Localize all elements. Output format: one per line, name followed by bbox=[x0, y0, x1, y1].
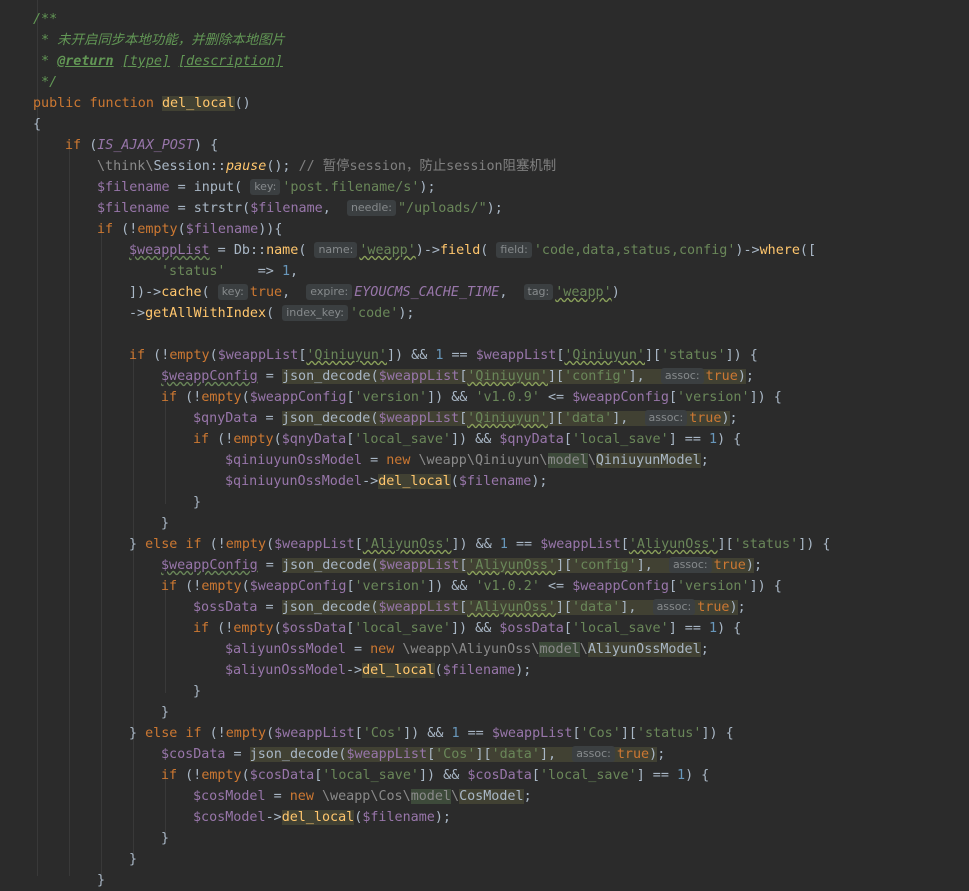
code-line: if (IS_AJAX_POST) { bbox=[65, 138, 219, 153]
code-line: $cosModel->del_local($filename); bbox=[193, 810, 451, 825]
code-line: $cosModel = new \weapp\Cos\model\CosMode… bbox=[193, 789, 532, 804]
param-hint: index_key: bbox=[282, 305, 348, 321]
code-line: public function del_local() bbox=[33, 96, 251, 111]
code-line: /** bbox=[33, 12, 58, 27]
code-line: } bbox=[193, 495, 202, 510]
param-hint: name: bbox=[314, 242, 358, 258]
code-line: if (!empty($weappList['Qiniuyun']) && 1 … bbox=[129, 348, 758, 363]
code-line: $filename = input( key:'post.filename/s'… bbox=[97, 179, 436, 195]
code-line: } bbox=[161, 516, 170, 531]
code-line: $qiniuyunOssModel->del_local($filename); bbox=[225, 474, 548, 489]
code-line: * @return [type] [description] bbox=[33, 54, 283, 69]
param-hint: key: bbox=[250, 179, 281, 195]
code-line: 'status' => 1, bbox=[161, 264, 299, 279]
indent-guide bbox=[101, 231, 102, 876]
param-hint: key: bbox=[217, 284, 248, 300]
code-line: { bbox=[33, 117, 42, 132]
code-line: } bbox=[97, 873, 106, 888]
code-line: $filename = strstr($filename, needle: "/u… bbox=[97, 200, 503, 216]
code-line: if (!empty($weappConfig['version']) && '… bbox=[161, 390, 782, 405]
indent-guide bbox=[133, 357, 134, 856]
code-line: $weappConfig = json_decode($weappList['Q… bbox=[161, 368, 754, 384]
code-line: * 未开启同步本地功能，并删除本地图片 bbox=[33, 33, 285, 48]
indent-guide bbox=[69, 147, 70, 876]
code-line: } bbox=[193, 684, 202, 699]
param-hint: tag: bbox=[523, 284, 554, 300]
code-line: $qnyData = json_decode($weappList['Qiniu… bbox=[193, 410, 738, 426]
code-line: $aliyunOssModel->del_local($filename); bbox=[225, 663, 532, 678]
param-hint: assoc: bbox=[652, 599, 696, 615]
param-hint: field: bbox=[496, 242, 532, 258]
param-hint: expire: bbox=[306, 284, 353, 300]
param-hint: assoc: bbox=[644, 410, 688, 426]
code-line: if (!empty($weappConfig['version']) && '… bbox=[161, 579, 782, 594]
param-hint: assoc: bbox=[660, 368, 704, 384]
code-line: if (!empty($qnyData['local_save']) && $q… bbox=[193, 432, 742, 447]
function-name[interactable]: del_local bbox=[162, 96, 235, 111]
param-hint: assoc: bbox=[668, 557, 712, 573]
code-line: } bbox=[161, 705, 170, 720]
code-line: } else if (!empty($weappList['Cos']) && … bbox=[129, 726, 734, 741]
code-line: ->getAllWithIndex( index_key:'code'); bbox=[129, 305, 415, 321]
code-line: $qiniuyunOssModel = new \weapp\Qiniuyun\… bbox=[225, 453, 709, 468]
code-line: $aliyunOssModel = new \weapp\AliyunOss\m… bbox=[225, 642, 709, 657]
code-line: } else if (!empty($weappList['AliyunOss'… bbox=[129, 537, 831, 552]
param-hint: assoc: bbox=[572, 746, 615, 762]
code-line: if (!empty($filename)){ bbox=[97, 222, 283, 237]
code-line: } bbox=[161, 831, 170, 846]
param-hint: needle: bbox=[346, 200, 396, 216]
code-line: $cosData = json_decode($weappList['Cos']… bbox=[161, 746, 666, 762]
code-line: if (!empty($cosData['local_save']) && $c… bbox=[161, 768, 710, 783]
code-line: $weappConfig = json_decode($weappList['A… bbox=[161, 557, 762, 573]
code-line: if (!empty($ossData['local_save']) && $o… bbox=[193, 621, 742, 636]
indent-guide bbox=[165, 588, 166, 693]
code-line: } bbox=[129, 852, 138, 867]
code-line: ])->cache( key: true, expire: EYOUCMS_CACH… bbox=[129, 284, 620, 300]
code-line: */ bbox=[33, 75, 58, 90]
code-line: \think\Session::pause(); // 暂停session，防止… bbox=[97, 159, 557, 174]
indent-guide bbox=[165, 399, 166, 504]
code-editor[interactable]: /** * 未开启同步本地功能，并删除本地图片 * @return [type]… bbox=[0, 0, 969, 888]
code-line: $ossData = json_decode($weappList['Aliyu… bbox=[193, 599, 746, 615]
code-line: $weappList = Db::name( name:'weapp')->fi… bbox=[129, 242, 817, 258]
